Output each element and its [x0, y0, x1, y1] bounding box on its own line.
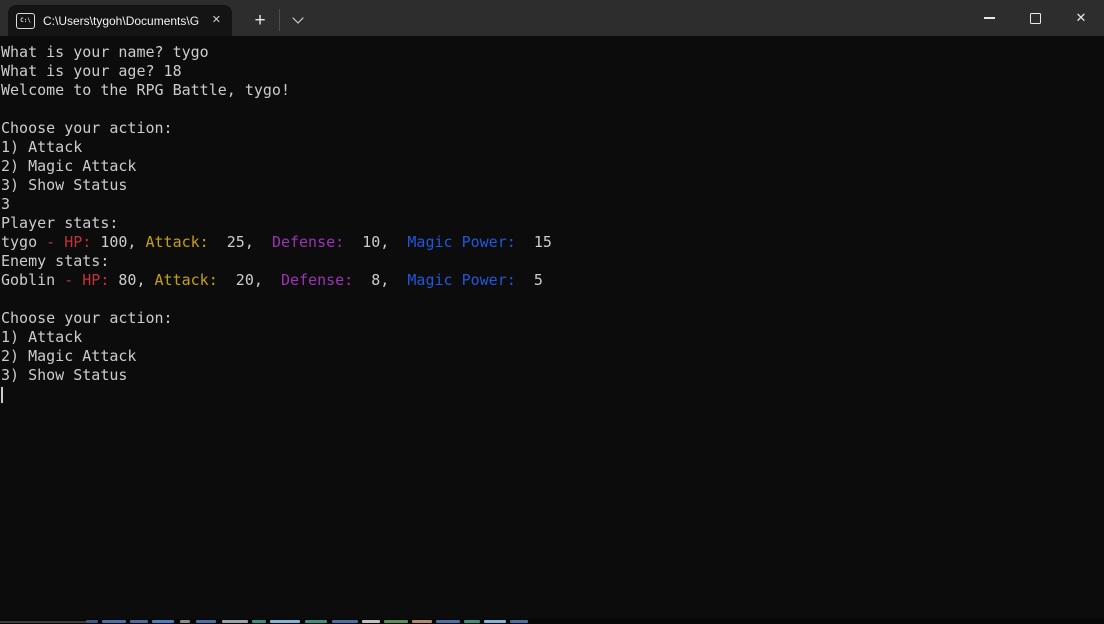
terminal-text: 2) Magic Attack	[1, 347, 136, 365]
terminal-line: Goblin - HP: 80, Attack: 20, Defense: 8,…	[1, 271, 1104, 290]
terminal-text: 25,	[209, 233, 272, 251]
terminal-line	[1, 290, 1104, 309]
maximize-icon	[1030, 13, 1041, 24]
terminal-line: 1) Attack	[1, 328, 1104, 347]
background-window-text-fragment	[86, 620, 98, 623]
terminal-line: Choose your action:	[1, 119, 1104, 138]
terminal-text: 15	[516, 233, 552, 251]
plus-icon: +	[254, 11, 265, 30]
terminal-line: Choose your action:	[1, 309, 1104, 328]
terminal-text: 100,	[91, 233, 145, 251]
background-window-text-fragment	[270, 620, 300, 623]
background-window-text-fragment	[484, 620, 506, 623]
tab-title: C:\Users\tygoh\Documents\G	[43, 14, 203, 28]
background-window-text-fragment	[252, 620, 266, 623]
terminal-tab[interactable]: C:\ C:\Users\tygoh\Documents\G ✕	[8, 5, 232, 36]
terminal-line: 3) Show Status	[1, 176, 1104, 195]
terminal-text: What is your age? 18	[1, 62, 182, 80]
background-window-text-fragment	[222, 620, 248, 623]
new-tab-button[interactable]: +	[244, 5, 276, 35]
background-window-text-fragment	[196, 620, 216, 623]
terminal-text: 5	[516, 271, 543, 289]
terminal-line: Welcome to the RPG Battle, tygo!	[1, 81, 1104, 100]
minimize-button[interactable]	[966, 0, 1012, 36]
background-window-line	[0, 621, 88, 623]
terminal-text: Welcome to the RPG Battle, tygo!	[1, 81, 290, 99]
terminal-text: 3) Show Status	[1, 366, 127, 384]
background-window-text-fragment	[130, 620, 148, 623]
background-window-text-fragment	[436, 620, 460, 623]
terminal-text: Choose your action:	[1, 309, 173, 327]
title-bar[interactable]: C:\ C:\Users\tygoh\Documents\G ✕ + ✕	[0, 0, 1104, 36]
window-controls: ✕	[966, 0, 1104, 36]
terminal-line: 2) Magic Attack	[1, 347, 1104, 366]
terminal-text: 8,	[353, 271, 407, 289]
terminal-text-red: - HP:	[64, 271, 109, 289]
background-window-text-fragment	[102, 620, 126, 623]
terminal-text: 3	[1, 195, 10, 213]
tab-dropdown-button[interactable]	[283, 5, 313, 35]
terminal-text-magenta: Defense:	[272, 233, 344, 251]
terminal-cursor	[1, 387, 3, 403]
terminal-line: tygo - HP: 100, Attack: 25, Defense: 10,…	[1, 233, 1104, 252]
close-button[interactable]: ✕	[1058, 0, 1104, 36]
terminal-text-blue: Magic Power:	[407, 271, 515, 289]
terminal-text-yellow: Attack:	[155, 271, 218, 289]
chevron-down-icon	[292, 12, 303, 23]
terminal-line	[1, 100, 1104, 119]
terminal-text-blue: Magic Power:	[407, 233, 515, 251]
terminal-text: 1) Attack	[1, 328, 82, 346]
terminal-line: 2) Magic Attack	[1, 157, 1104, 176]
terminal-text: 10,	[344, 233, 407, 251]
background-window-text-fragment	[384, 620, 408, 623]
terminal-text: 80,	[109, 271, 154, 289]
background-window-edge	[0, 619, 1104, 624]
terminal-window: C:\ C:\Users\tygoh\Documents\G ✕ + ✕ Wha…	[0, 0, 1104, 624]
command-prompt-icon: C:\	[16, 13, 35, 29]
terminal-text: 1) Attack	[1, 138, 82, 156]
background-window-text-fragment	[332, 620, 358, 623]
terminal-text: 3) Show Status	[1, 176, 127, 194]
background-window-text-fragment	[412, 620, 432, 623]
terminal-line: 1) Attack	[1, 138, 1104, 157]
minimize-icon	[984, 17, 995, 19]
tab-close-icon[interactable]: ✕	[209, 13, 224, 28]
terminal-text: Goblin	[1, 271, 64, 289]
terminal-line: Enemy stats:	[1, 252, 1104, 271]
terminal-line: Player stats:	[1, 214, 1104, 233]
terminal-text: 2) Magic Attack	[1, 157, 136, 175]
background-window-text-fragment	[180, 620, 190, 623]
terminal-text: Player stats:	[1, 214, 118, 232]
terminal-text: Choose your action:	[1, 119, 173, 137]
background-window-text-fragment	[305, 620, 327, 623]
maximize-button[interactable]	[1012, 0, 1058, 36]
terminal-line: 3) Show Status	[1, 366, 1104, 385]
terminal-text-magenta: Defense:	[281, 271, 353, 289]
terminal-text: 20,	[218, 271, 281, 289]
terminal-text: tygo	[1, 233, 46, 251]
terminal-line: 3	[1, 195, 1104, 214]
toolbar-separator	[279, 9, 280, 31]
terminal-text-red: - HP:	[46, 233, 91, 251]
background-window-text-fragment	[362, 620, 380, 623]
background-window-text-fragment	[152, 620, 174, 623]
background-window-text-fragment	[464, 620, 480, 623]
terminal-text: What is your name? tygo	[1, 43, 209, 61]
close-icon: ✕	[1076, 12, 1087, 25]
terminal-viewport[interactable]: What is your name? tygoWhat is your age?…	[0, 36, 1104, 619]
terminal-line: What is your age? 18	[1, 62, 1104, 81]
background-window-text-fragment	[510, 620, 528, 623]
terminal-text: Enemy stats:	[1, 252, 109, 270]
terminal-line	[1, 385, 1104, 404]
terminal-text-yellow: Attack:	[146, 233, 209, 251]
terminal-line: What is your name? tygo	[1, 43, 1104, 62]
